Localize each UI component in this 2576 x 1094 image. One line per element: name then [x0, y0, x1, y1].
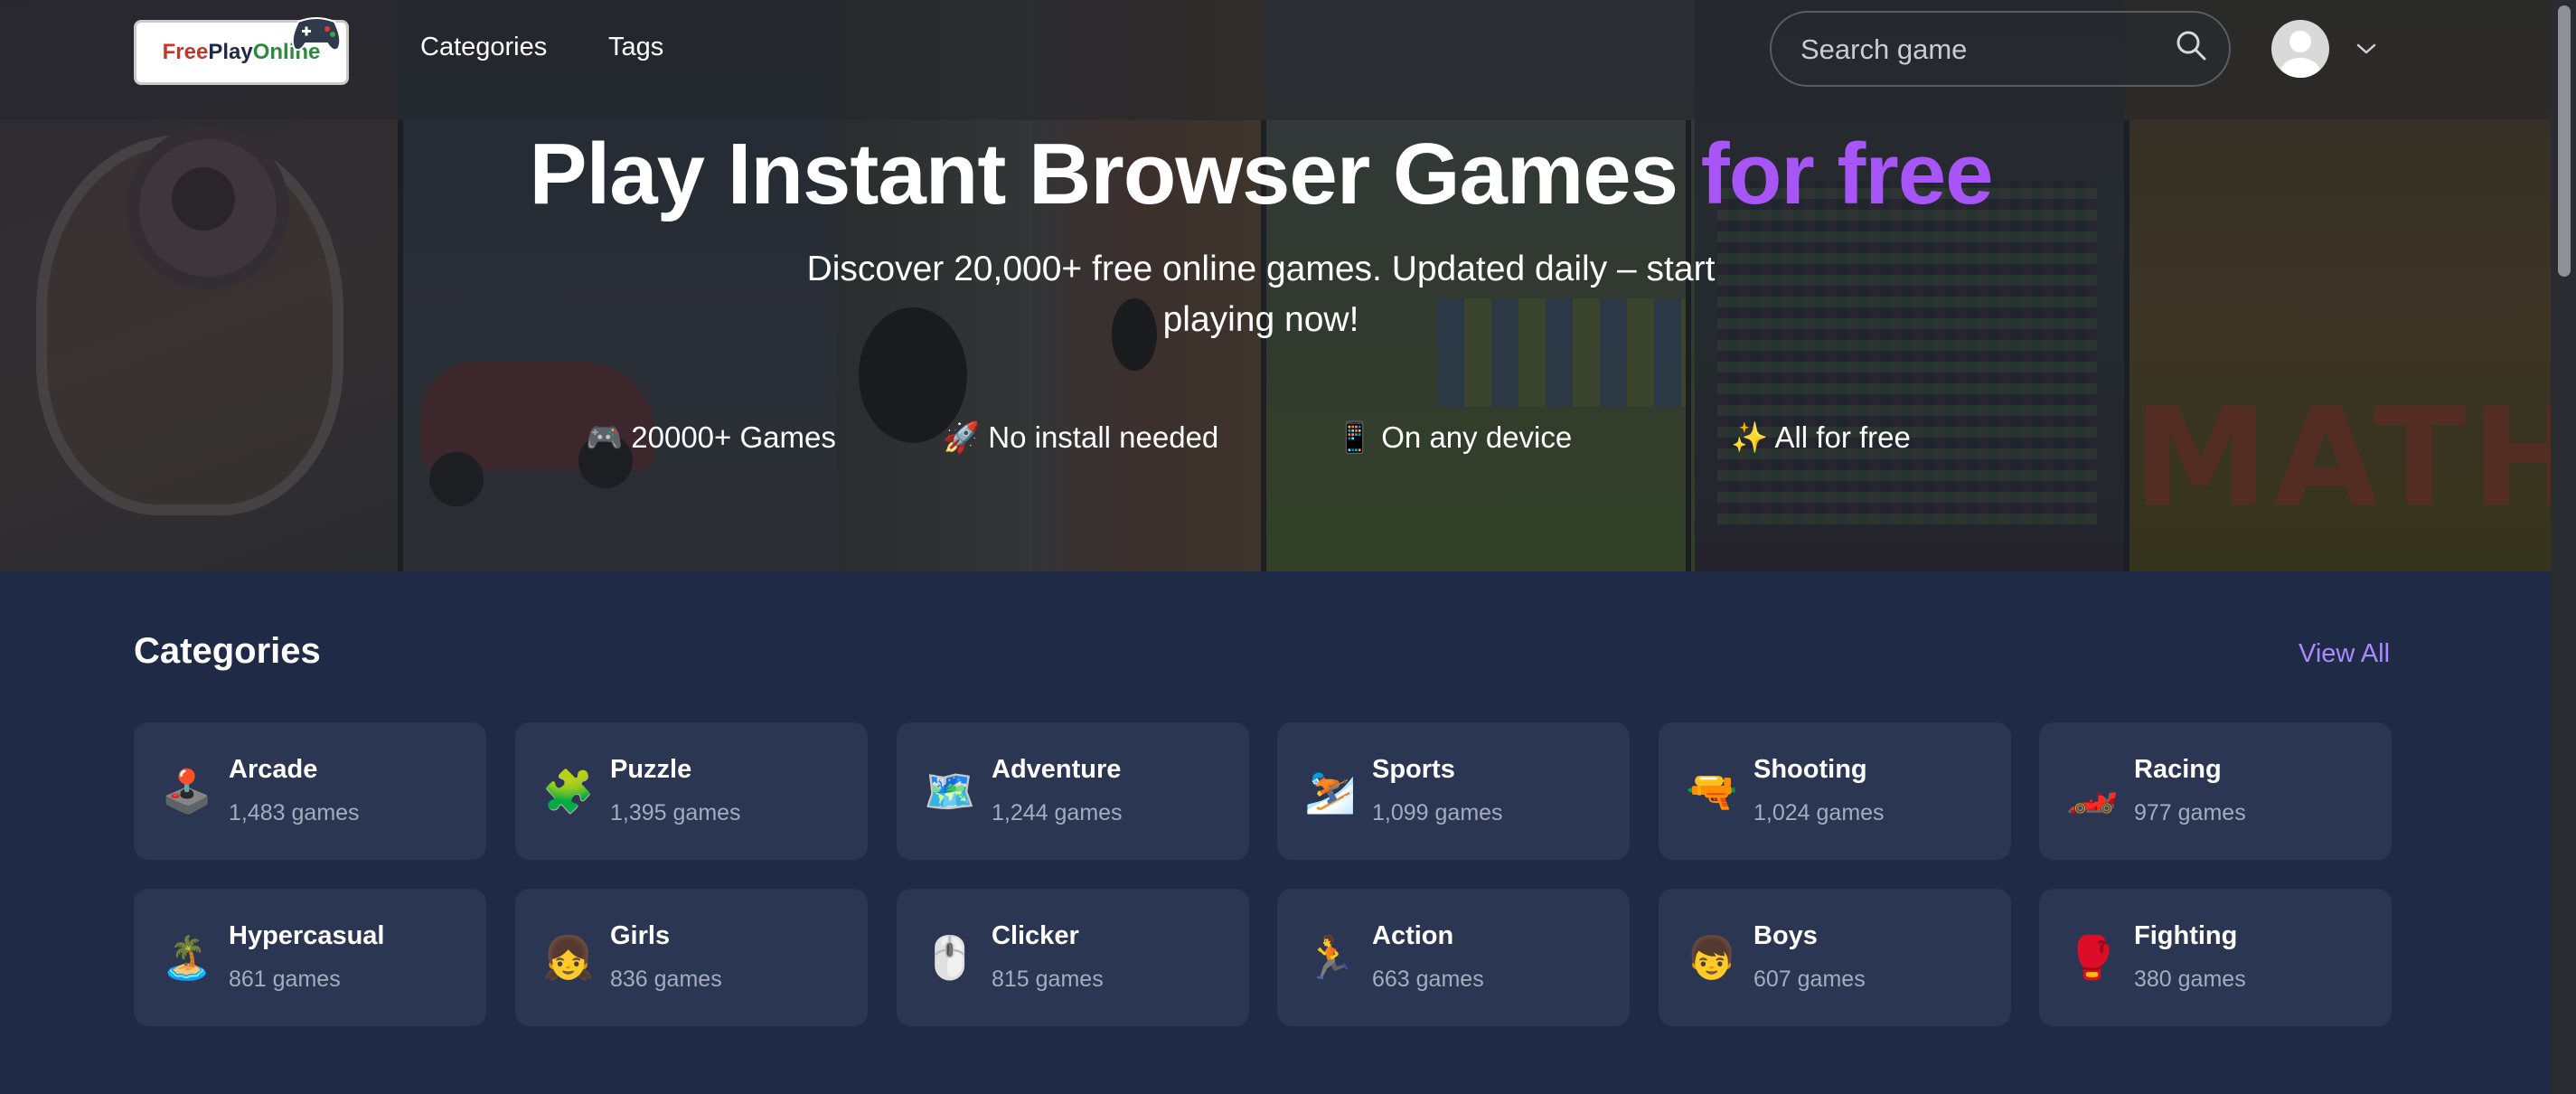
sparkles-icon: ✨ [1731, 420, 1769, 454]
user-silhouette-icon [2280, 31, 2320, 78]
boy-icon: 👦 [1686, 933, 1738, 982]
category-card-arcade[interactable]: 🕹️ Arcade 1,483 games [134, 722, 486, 860]
feature-free: ✨ All for free [1731, 420, 1911, 456]
category-name: Girls [610, 921, 671, 950]
category-count: 607 games [1753, 967, 1866, 992]
category-count: 663 games [1372, 967, 1484, 992]
search-icon[interactable] [2175, 29, 2207, 61]
water-pistol-icon: 🔫 [1686, 767, 1738, 816]
page-scrollbar[interactable] [2551, 0, 2576, 1094]
feature-label: No install needed [988, 420, 1219, 454]
category-name: Boys [1753, 921, 1818, 950]
logo-text-free: Free [162, 40, 209, 64]
category-name: Adventure [992, 755, 1122, 784]
category-name: Arcade [229, 755, 318, 784]
category-name: Racing [2134, 755, 2222, 784]
map-icon: 🗺️ [924, 767, 976, 816]
mouse-icon: 🖱️ [924, 933, 976, 982]
category-count: 1,483 games [229, 800, 360, 825]
category-card-adventure[interactable]: 🗺️ Adventure 1,244 games [897, 722, 1249, 860]
puzzle-piece-icon: 🧩 [542, 767, 595, 816]
feature-label: All for free [1774, 420, 1911, 454]
girl-icon: 👧 [542, 933, 595, 982]
user-avatar[interactable] [2271, 20, 2329, 78]
rocket-icon: 🚀 [943, 420, 981, 454]
feature-no-install: 🚀 No install needed [943, 420, 1218, 456]
boxing-glove-icon: 🥊 [2066, 933, 2119, 982]
view-all-link[interactable]: View All [2299, 639, 2390, 669]
feature-any-device: 📱 On any device [1336, 420, 1572, 456]
category-name: Fighting [2134, 921, 2238, 950]
category-card-sports[interactable]: ⛷️ Sports 1,099 games [1277, 722, 1630, 860]
skier-icon: ⛷️ [1304, 767, 1357, 816]
joystick-icon: 🕹️ [161, 767, 213, 816]
category-count: 1,395 games [610, 800, 741, 825]
feature-games-count: 🎮 20000+ Games [586, 420, 836, 456]
category-count: 977 games [2134, 800, 2246, 825]
top-navbar: Free Play Online Categories Tags [0, 0, 2576, 120]
category-name: Action [1372, 921, 1454, 950]
hero-title: Play Instant Browser Games for free [0, 125, 2522, 224]
category-card-puzzle[interactable]: 🧩 Puzzle 1,395 games [515, 722, 868, 860]
logo-text-play: Play [208, 40, 253, 64]
feature-label: 20000+ Games [631, 420, 836, 454]
racing-car-icon: 🏎️ [2066, 767, 2119, 816]
category-name: Shooting [1753, 755, 1867, 784]
scrollbar-thumb[interactable] [2558, 5, 2571, 277]
running-person-icon: 🏃 [1304, 933, 1357, 982]
mobile-phone-icon: 📱 [1336, 420, 1374, 454]
nav-link-tags[interactable]: Tags [608, 33, 663, 62]
category-name: Hypercasual [229, 921, 385, 950]
search-bar [1770, 11, 2231, 87]
nav-link-categories[interactable]: Categories [420, 33, 547, 62]
hero-title-main: Play Instant Browser Games [529, 126, 1701, 222]
category-card-clicker[interactable]: 🖱️ Clicker 815 games [897, 889, 1249, 1026]
category-count: 1,024 games [1753, 800, 1885, 825]
feature-label: On any device [1381, 420, 1573, 454]
category-count: 815 games [992, 967, 1104, 992]
category-card-action[interactable]: 🏃 Action 663 games [1277, 889, 1630, 1026]
gamepad-icon [291, 17, 342, 52]
categories-heading: Categories [134, 631, 321, 671]
category-name: Clicker [992, 921, 1079, 950]
category-card-boys[interactable]: 👦 Boys 607 games [1659, 889, 2011, 1026]
search-input[interactable] [1800, 31, 2162, 69]
hero-subtitle: Discover 20,000+ free online games. Upda… [806, 250, 1716, 339]
category-count: 380 games [2134, 967, 2246, 992]
chevron-down-icon[interactable] [2355, 42, 2377, 56]
desert-island-icon: 🏝️ [161, 933, 213, 982]
category-count: 1,244 games [992, 800, 1123, 825]
category-name: Puzzle [610, 755, 692, 784]
category-count: 861 games [229, 967, 341, 992]
category-card-girls[interactable]: 👧 Girls 836 games [515, 889, 868, 1026]
hero-title-highlight: for free [1700, 126, 1994, 222]
category-card-shooting[interactable]: 🔫 Shooting 1,024 games [1659, 722, 2011, 860]
category-card-fighting[interactable]: 🥊 Fighting 380 games [2039, 889, 2392, 1026]
category-count: 836 games [610, 967, 722, 992]
category-card-hypercasual[interactable]: 🏝️ Hypercasual 861 games [134, 889, 486, 1026]
category-card-racing[interactable]: 🏎️ Racing 977 games [2039, 722, 2392, 860]
category-name: Sports [1372, 755, 1455, 784]
gamepad-icon: 🎮 [586, 420, 624, 454]
category-count: 1,099 games [1372, 800, 1503, 825]
